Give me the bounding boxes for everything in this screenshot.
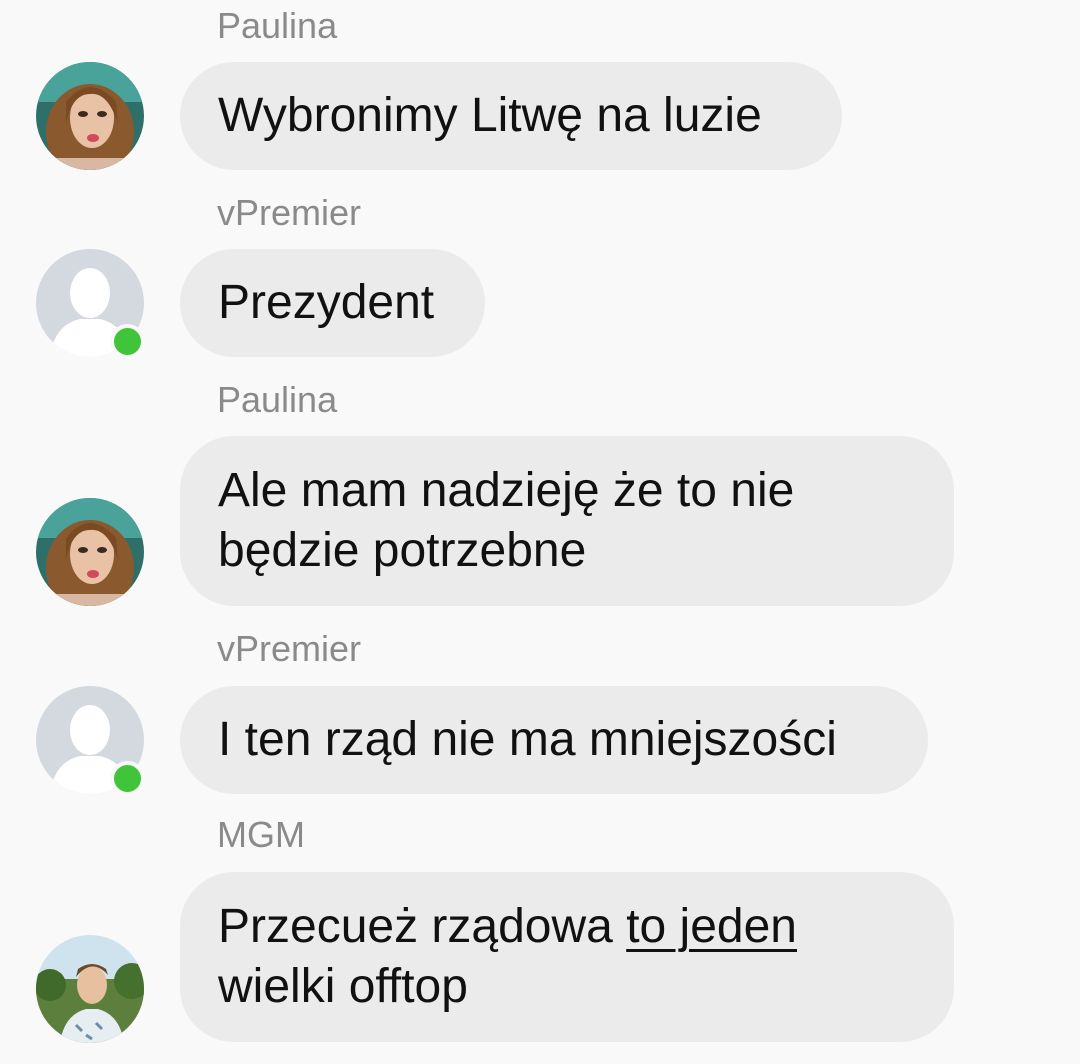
sender-name: Paulina (217, 5, 338, 46)
mgm-avatar[interactable] (36, 935, 144, 1043)
online-status-icon (110, 761, 145, 796)
message-bubble[interactable]: Ale mam nadzieję że to nie będzie potrze… (180, 436, 954, 606)
message-text: Ale mam nadzieję że to nie będzie potrze… (218, 464, 795, 577)
chat-thread: Paulina Wybronimy Litwę na luzie vPremie… (0, 0, 1080, 1064)
message-text: Przecueż rządowa to jeden wielki offtop (218, 897, 878, 1017)
message-text-part: wielki offtop (218, 960, 468, 1013)
message-bubble[interactable]: Prezydent (180, 249, 485, 357)
paulina-avatar[interactable] (36, 498, 144, 606)
message-bubble[interactable]: Wybronimy Litwę na luzie (180, 62, 842, 170)
sender-name: MGM (217, 814, 305, 855)
paulina-avatar[interactable] (36, 62, 144, 170)
message-link[interactable]: to jeden (626, 900, 797, 953)
message-bubble[interactable]: I ten rząd nie ma mniejszości (180, 686, 928, 794)
message-text: I ten rząd nie ma mniejszości (218, 713, 837, 766)
message-text: Wybronimy Litwę na luzie (218, 89, 762, 142)
sender-name: Paulina (217, 379, 338, 420)
online-status-icon (110, 324, 145, 359)
message-text: Prezydent (218, 276, 435, 329)
sender-name: vPremier (217, 192, 362, 233)
message-bubble[interactable]: Przecueż rządowa to jeden wielki offtop (180, 872, 954, 1042)
sender-name: vPremier (217, 628, 362, 669)
message-text-part: Przecueż rządowa (218, 900, 627, 953)
